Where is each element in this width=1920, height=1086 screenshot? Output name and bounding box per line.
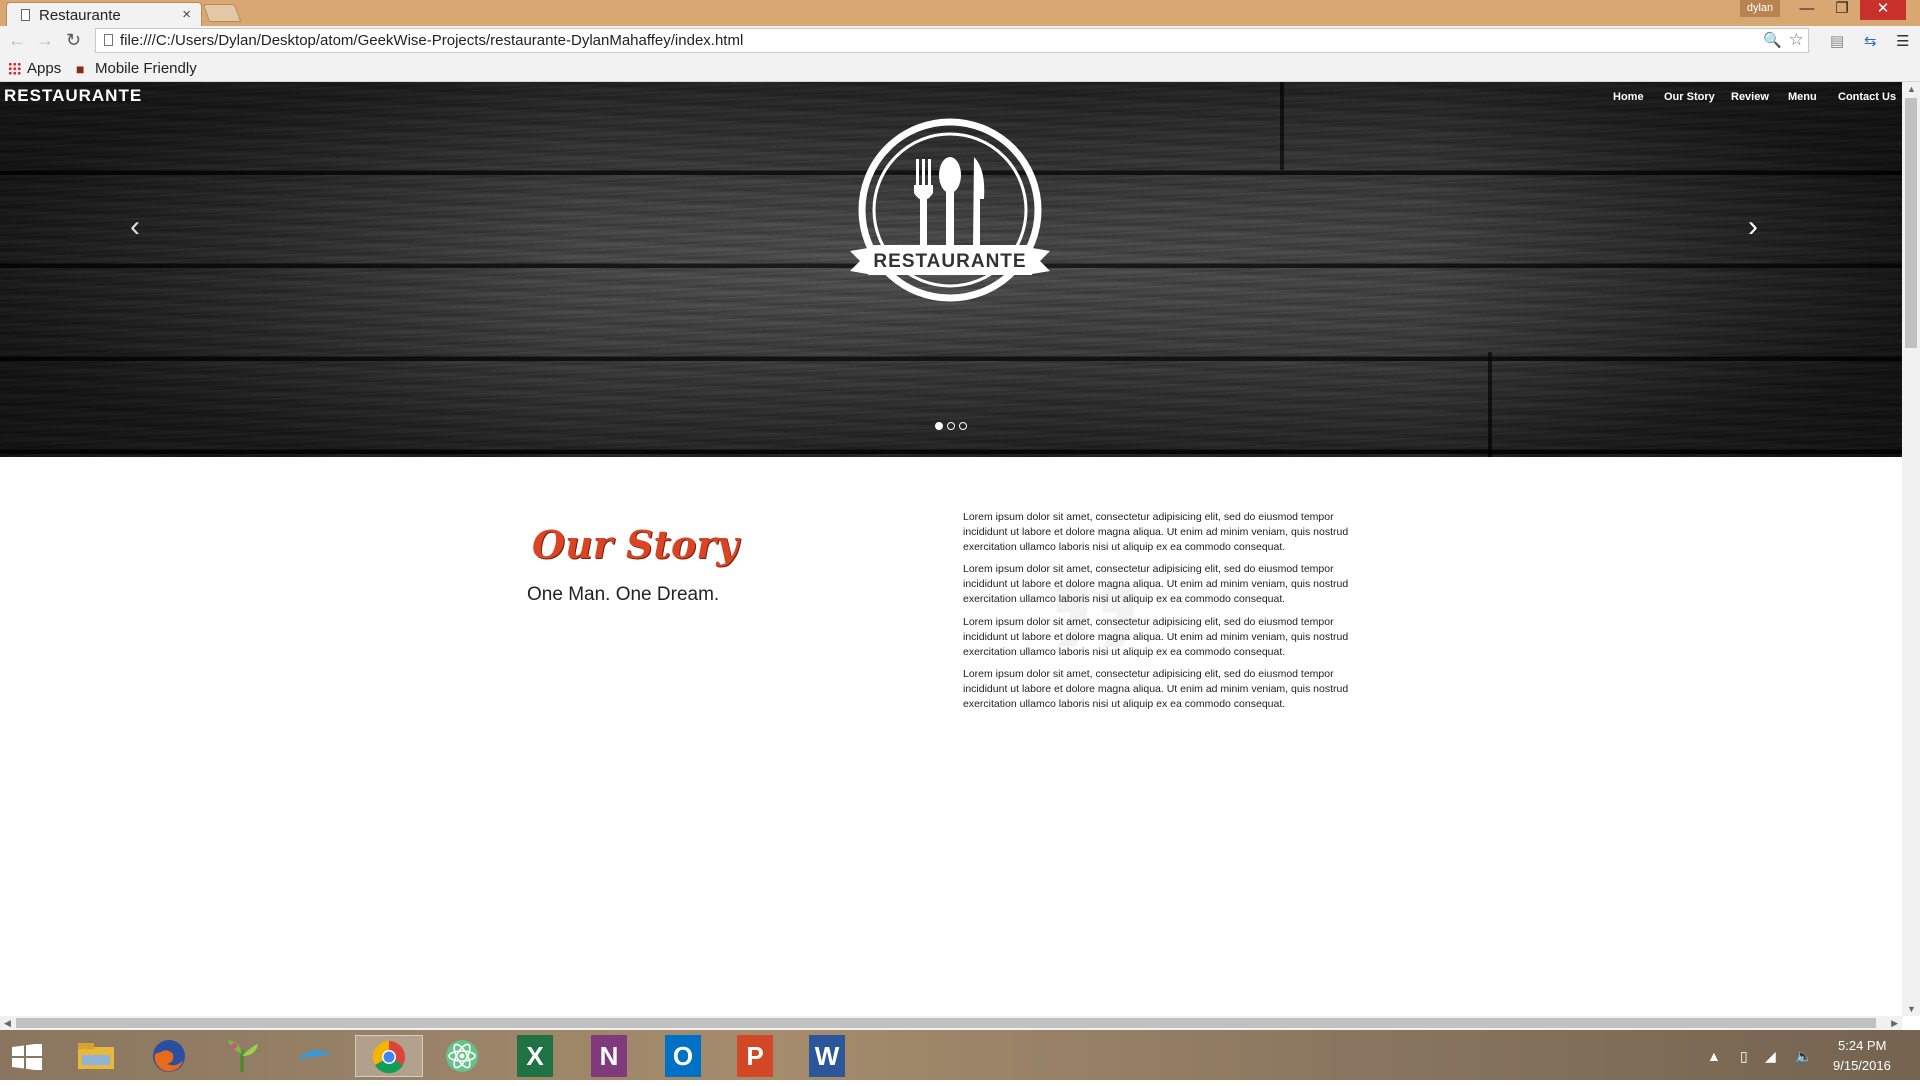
- device-icon[interactable]: ▯: [1740, 1048, 1748, 1065]
- scroll-down-icon[interactable]: ▼: [1907, 1004, 1916, 1014]
- firefox-icon[interactable]: [137, 1035, 201, 1077]
- plant-app-icon[interactable]: [210, 1035, 274, 1077]
- story-paragraph: Lorem ipsum dolor sit amet, consectetur …: [963, 511, 1349, 553]
- back-arrow-icon[interactable]: ←: [8, 30, 26, 51]
- show-hidden-icons-icon[interactable]: ▲: [1707, 1048, 1721, 1064]
- bookmarks-bar: Apps ■ Mobile Friendly: [0, 56, 1920, 82]
- tab-title: Restaurante: [39, 7, 121, 24]
- network-icon[interactable]: ◢: [1765, 1048, 1776, 1065]
- vertical-scroll-thumb[interactable]: [1905, 98, 1917, 348]
- new-tab-button[interactable]: [202, 4, 242, 22]
- mobile-friendly-icon[interactable]: ■: [76, 61, 84, 77]
- bookmark-apps[interactable]: Apps: [27, 60, 61, 77]
- restaurant-logo: RESTAURANTE: [850, 118, 1050, 302]
- story-paragraph: Lorem ipsum dolor sit amet, consectetur …: [963, 563, 1349, 605]
- page-icon: [104, 34, 113, 46]
- bookmark-star-icon[interactable]: ☆: [1789, 30, 1804, 50]
- tab-close-icon[interactable]: ×: [182, 6, 191, 23]
- url-text[interactable]: file:///C:/Users/Dylan/Desktop/atom/Geek…: [120, 32, 743, 49]
- nav-review[interactable]: Review: [1731, 91, 1769, 103]
- chrome-menu-icon[interactable]: ☰: [1896, 32, 1909, 50]
- volume-icon[interactable]: 🔈: [1795, 1048, 1812, 1065]
- forward-arrow-icon[interactable]: →: [36, 30, 54, 51]
- logo-text: RESTAURANTE: [873, 251, 1026, 272]
- carousel-indicator-1[interactable]: [935, 422, 943, 430]
- nav-contact-us[interactable]: Contact Us: [1838, 91, 1896, 103]
- reload-icon[interactable]: ↻: [66, 30, 81, 51]
- nav-our-story[interactable]: Our Story: [1664, 91, 1715, 103]
- minimize-icon[interactable]: —: [1790, 0, 1824, 20]
- sync-arrows-icon[interactable]: ⇆: [1864, 32, 1877, 50]
- story-paragraph: Lorem ipsum dolor sit amet, consectetur …: [963, 616, 1349, 658]
- page-viewport: RESTAURANTE Home Our Story Review Menu C…: [0, 82, 1902, 1016]
- extension-icon[interactable]: ▤: [1830, 32, 1844, 50]
- restore-icon[interactable]: ❐: [1825, 0, 1859, 20]
- powerpoint-icon[interactable]: P: [737, 1035, 773, 1077]
- scroll-left-icon[interactable]: ◀: [4, 1018, 11, 1029]
- outlook-icon[interactable]: O: [665, 1035, 701, 1077]
- dolphin-app-icon[interactable]: [283, 1035, 347, 1077]
- onenote-icon[interactable]: N: [591, 1035, 627, 1077]
- file-explorer-icon[interactable]: [64, 1035, 128, 1077]
- chevron-right-icon[interactable]: ›: [1748, 210, 1758, 244]
- bookmark-mobile-friendly[interactable]: Mobile Friendly: [95, 60, 197, 77]
- scroll-up-icon[interactable]: ▲: [1907, 84, 1916, 94]
- scroll-right-icon[interactable]: ▶: [1891, 1018, 1898, 1029]
- chevron-left-icon[interactable]: ‹: [130, 210, 140, 244]
- horizontal-scroll-thumb[interactable]: [16, 1018, 1876, 1028]
- apps-grid-icon[interactable]: [8, 62, 21, 75]
- horizontal-scrollbar[interactable]: ◀ ▶: [0, 1016, 1902, 1030]
- nav-home[interactable]: Home: [1613, 91, 1644, 103]
- excel-icon[interactable]: X: [517, 1035, 553, 1077]
- nav-menu[interactable]: Menu: [1788, 91, 1817, 103]
- clock-time[interactable]: 5:24 PM: [1838, 1038, 1886, 1053]
- windows-start-icon[interactable]: [12, 1044, 42, 1070]
- chrome-icon[interactable]: [355, 1035, 423, 1077]
- window-titlebar: Restaurante × dylan — ❐ ✕: [0, 0, 1920, 28]
- browser-tab[interactable]: Restaurante ×: [6, 2, 202, 28]
- story-subtitle: One Man. One Dream.: [527, 584, 720, 605]
- brand-logo[interactable]: RESTAURANTE: [4, 86, 142, 106]
- clock-date[interactable]: 9/15/2016: [1833, 1058, 1891, 1073]
- word-icon[interactable]: W: [809, 1035, 845, 1077]
- story-paragraph: Lorem ipsum dolor sit amet, consectetur …: [963, 668, 1349, 710]
- carousel-indicator-2[interactable]: [947, 422, 955, 430]
- address-bar[interactable]: file:///C:/Users/Dylan/Desktop/atom/Geek…: [95, 28, 1809, 53]
- atom-icon[interactable]: [428, 1035, 496, 1077]
- profile-badge[interactable]: dylan: [1740, 0, 1780, 17]
- window-close-icon[interactable]: ✕: [1860, 0, 1906, 20]
- carousel-indicator-3[interactable]: [959, 422, 967, 430]
- browser-toolbar: ← → ↻ file:///C:/Users/Dylan/Desktop/ato…: [0, 26, 1920, 56]
- story-title: Our Story: [532, 522, 739, 567]
- windows-taskbar: X N O P W ▲ ▯ ◢ 🔈 5:24 PM 9/15/2016: [0, 1030, 1920, 1080]
- vertical-scrollbar[interactable]: ▲ ▼: [1902, 82, 1920, 1016]
- hero-carousel: RESTAURANTE Home Our Story Review Menu C…: [0, 82, 1902, 457]
- document-icon: [21, 9, 30, 21]
- zoom-icon[interactable]: 🔍: [1763, 31, 1782, 49]
